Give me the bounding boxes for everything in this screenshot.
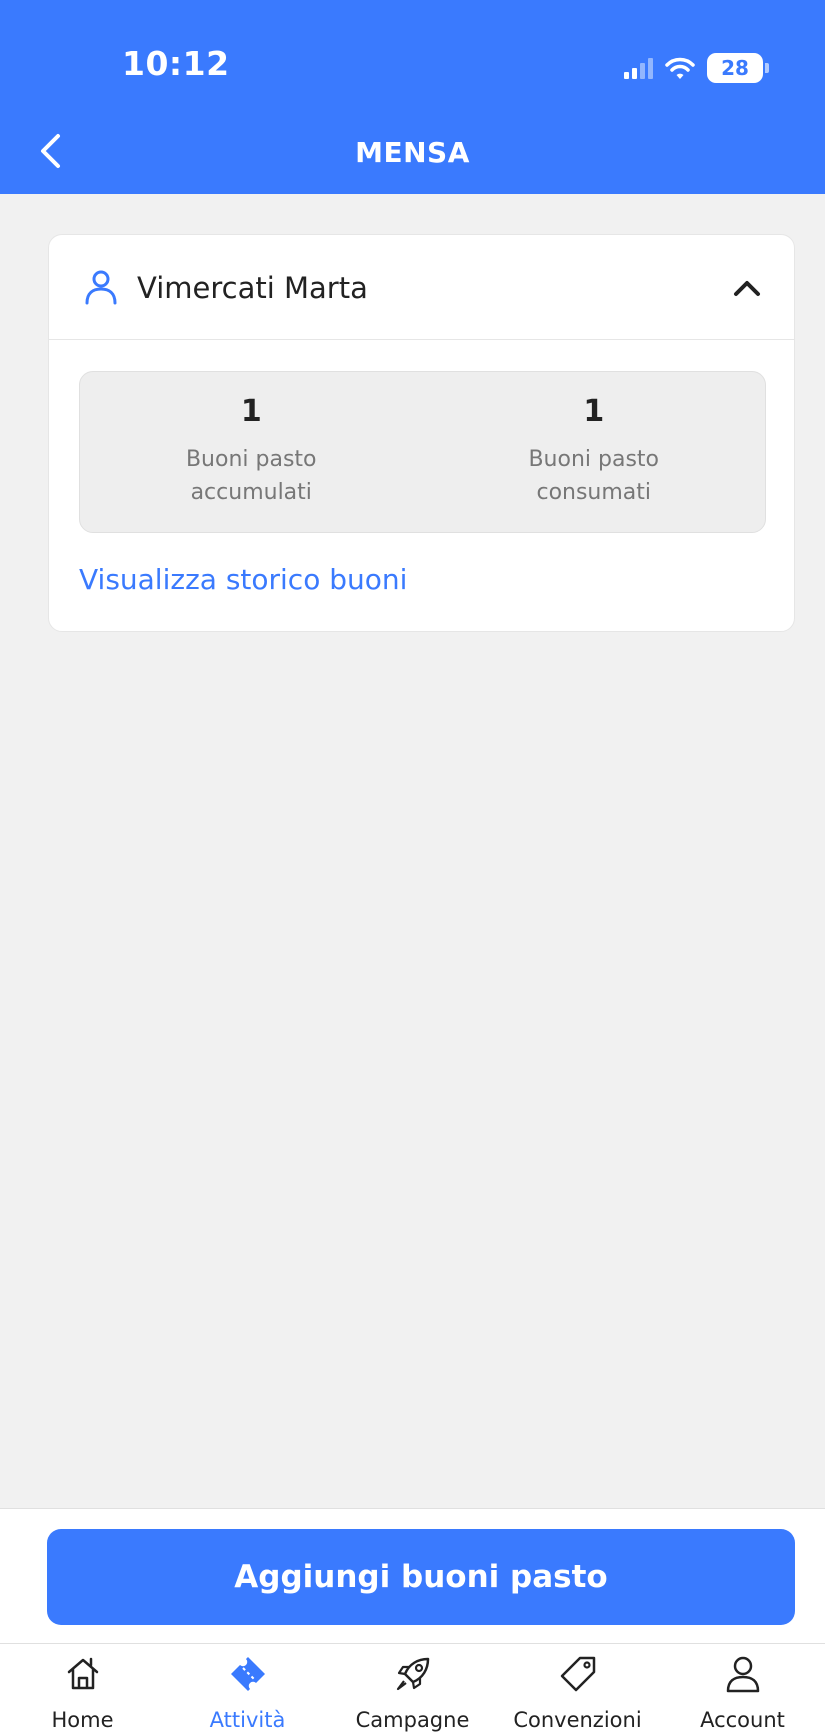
tab-label: Convenzioni [513,1708,642,1732]
status-time: 10:12 [122,44,230,83]
nav-bar: MENSA [0,118,825,188]
user-name: Vimercati Marta [137,271,368,305]
card-header-toggle[interactable]: Vimercati Marta [49,235,794,340]
user-icon [85,270,117,305]
stat-label-line1: Buoni pasto [528,447,660,472]
tab-convenzioni[interactable]: Convenzioni [495,1644,660,1734]
tab-bar: Home Attività Campagne Convenzioni Accou… [0,1643,825,1734]
app-header: 10:12 28 MENSA [0,0,825,194]
wifi-icon [665,57,695,79]
tag-icon [560,1656,595,1692]
stat-accumulated: 1 Buoni pasto accumulati [80,372,423,532]
stat-label-line1: Buoni pasto [185,447,317,472]
status-icons: 28 [624,52,769,84]
tab-attivita[interactable]: Attività [165,1644,330,1734]
stat-consumed: 1 Buoni pasto consumati [423,372,766,532]
ticket-icon [230,1657,265,1691]
stat-value: 1 [583,394,605,429]
add-meal-vouchers-button[interactable]: Aggiungi buoni pasto [47,1529,795,1625]
tab-home[interactable]: Home [0,1644,165,1734]
stat-label-line2: consumati [536,480,652,505]
voucher-stats: 1 Buoni pasto accumulati 1 Buoni pasto c… [79,371,766,533]
signal-icon [624,57,653,79]
stat-value: 1 [240,394,262,429]
stat-label-line2: accumulati [190,480,312,505]
battery-icon: 28 [707,53,769,83]
tab-label: Attività [209,1708,286,1732]
battery-level: 28 [721,56,749,80]
chevron-up-icon [734,281,760,296]
status-bar: 10:12 28 [0,0,825,100]
student-card: Vimercati Marta 1 Buoni pasto accumulati… [48,234,795,632]
tab-label: Campagne [355,1708,470,1732]
home-icon [67,1657,98,1690]
rocket-icon [396,1657,429,1691]
tab-label: Account [700,1708,785,1732]
tab-account[interactable]: Account [660,1644,825,1734]
tab-campagne[interactable]: Campagne [330,1644,495,1734]
view-history-link[interactable]: Visualizza storico buoni [79,563,407,596]
account-icon [726,1656,759,1693]
page-title: MENSA [355,136,470,169]
tab-label: Home [51,1708,114,1732]
footer-area: Aggiungi buoni pasto Home Attività Campa… [0,1508,825,1734]
